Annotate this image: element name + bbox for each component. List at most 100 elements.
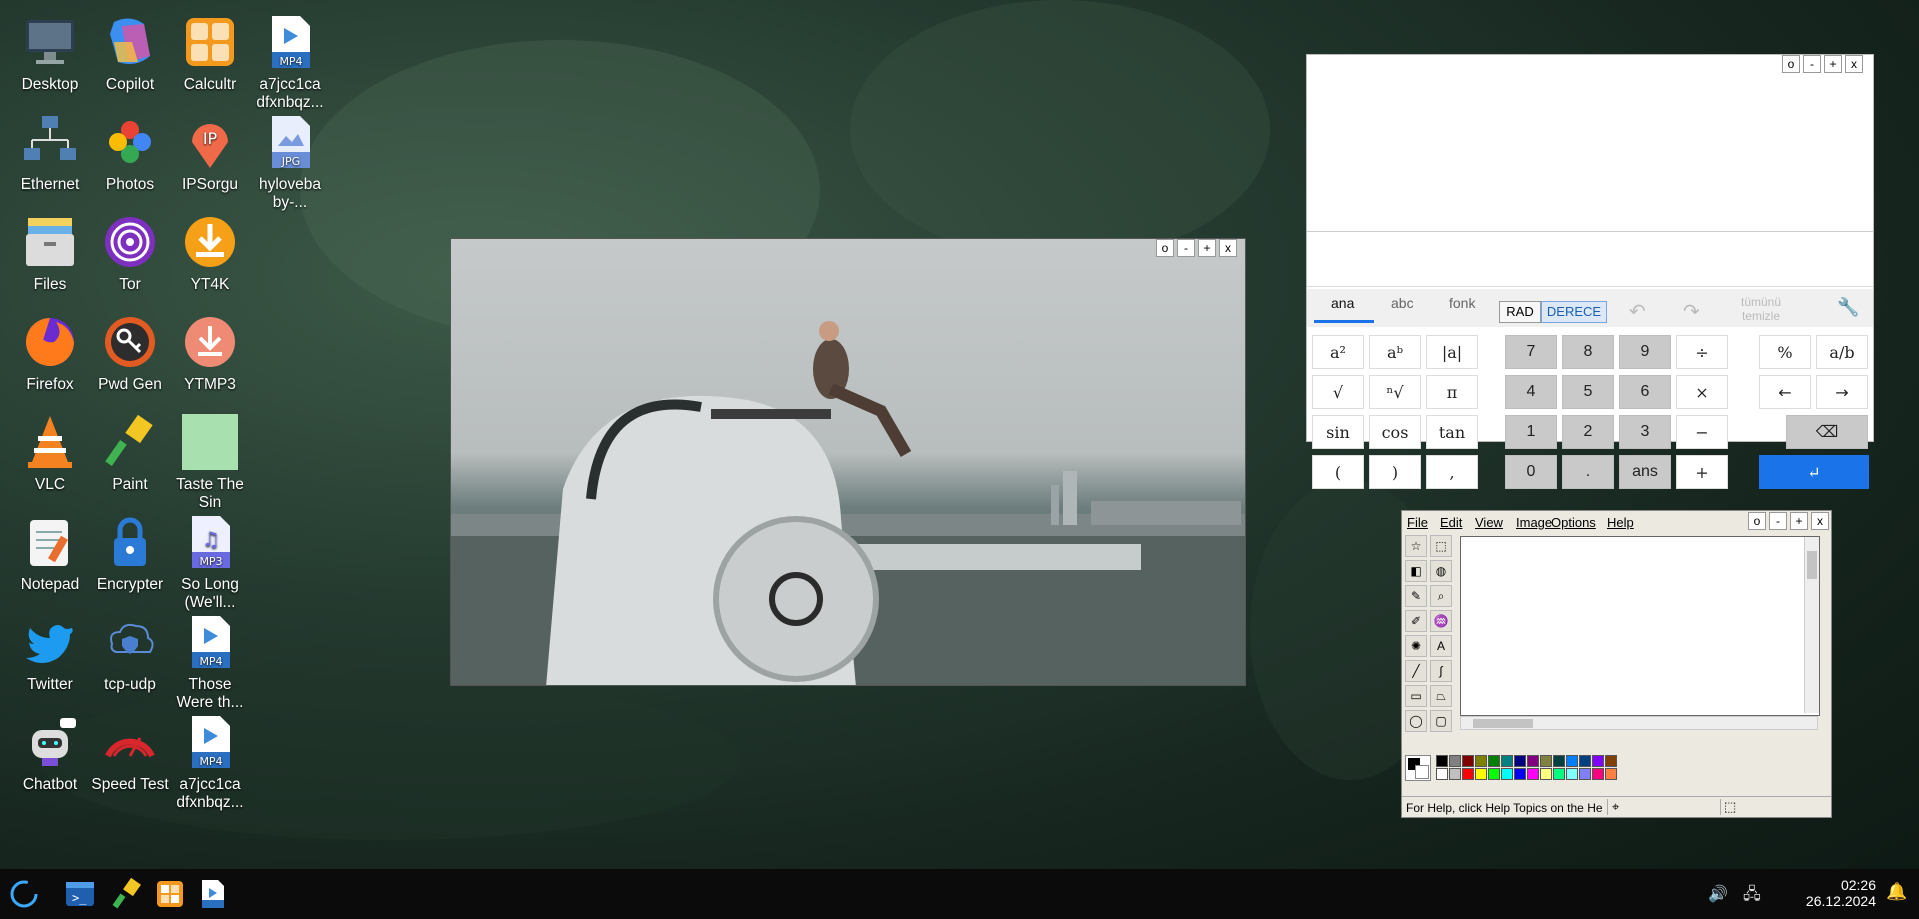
rectangle-tool-icon[interactable]: ▭ xyxy=(1405,685,1427,707)
desktop-icon[interactable]: Chatbot xyxy=(8,712,92,794)
maximize-button[interactable]: + xyxy=(1790,512,1808,530)
desktop-icon[interactable]: Files xyxy=(8,212,92,294)
maximize-button[interactable]: + xyxy=(1824,55,1842,73)
calc-key-number[interactable]: 6 xyxy=(1619,375,1671,409)
desktop-icon[interactable]: Firefox xyxy=(8,312,92,394)
volume-icon[interactable]: 🔊 xyxy=(1708,884,1728,904)
calc-key-operator[interactable]: − xyxy=(1676,415,1728,449)
palette-swatch[interactable] xyxy=(1514,755,1526,767)
calc-key-number[interactable]: 4 xyxy=(1505,375,1557,409)
palette-swatch[interactable] xyxy=(1540,755,1552,767)
calc-key-number[interactable]: 1 xyxy=(1505,415,1557,449)
desktop-icon[interactable]: ♫ MP3 So Long (We'll... xyxy=(168,512,252,612)
calc-key-function[interactable]: ⁿ√ xyxy=(1369,375,1421,409)
calc-key-function[interactable]: ( xyxy=(1312,455,1364,489)
expression-display[interactable] xyxy=(1307,77,1873,232)
desktop-icon[interactable]: Calcultr xyxy=(168,12,252,94)
calc-key-number[interactable]: 7 xyxy=(1505,335,1557,369)
desktop-icon[interactable]: JPG hyloveba by-... xyxy=(248,112,332,212)
palette-swatch[interactable] xyxy=(1449,768,1461,780)
calculator-window[interactable]: o - + x ana abc fonk RAD DERECE ↶ ↷ tümü… xyxy=(1306,54,1874,489)
palette-swatch[interactable] xyxy=(1527,755,1539,767)
color-picker-icon[interactable]: ✎ xyxy=(1405,585,1427,607)
palette-swatch[interactable] xyxy=(1592,768,1604,780)
calculator-icon[interactable] xyxy=(154,878,186,910)
ellipse-tool-icon[interactable]: ◯ xyxy=(1405,710,1427,732)
tab-abc[interactable]: abc xyxy=(1391,295,1414,311)
calc-key-operator[interactable]: × xyxy=(1676,375,1728,409)
desktop-icon[interactable]: Photos xyxy=(88,112,172,194)
minimize-button[interactable]: - xyxy=(1769,512,1787,530)
notification-bell-icon[interactable]: 🔔 xyxy=(1886,882,1907,902)
desktop-icon[interactable]: Copilot xyxy=(88,12,172,94)
calc-key-number[interactable]: 3 xyxy=(1619,415,1671,449)
desktop-icon[interactable]: Pwd Gen xyxy=(88,312,172,394)
line-tool-icon[interactable]: ╱ xyxy=(1405,660,1427,682)
calc-key-number[interactable]: 5 xyxy=(1562,375,1614,409)
close-button[interactable]: x xyxy=(1811,512,1829,530)
desktop-icon[interactable]: tcp-udp xyxy=(88,612,172,694)
desktop-icon[interactable]: Tor xyxy=(88,212,172,294)
tab-fonk[interactable]: fonk xyxy=(1449,295,1475,311)
brush-icon[interactable]: ♒ xyxy=(1430,610,1452,632)
wrench-icon[interactable]: 🔧 xyxy=(1837,297,1859,318)
calc-key-function[interactable]: , xyxy=(1426,455,1478,489)
calc-key-function[interactable]: cos xyxy=(1369,415,1421,449)
close-button[interactable]: x xyxy=(1219,239,1237,257)
palette-swatch[interactable] xyxy=(1579,768,1591,780)
eraser-icon[interactable]: ◧ xyxy=(1405,560,1427,582)
desktop-icon[interactable]: Twitter xyxy=(8,612,92,694)
menu-file[interactable]: File xyxy=(1407,515,1428,530)
palette-swatch[interactable] xyxy=(1514,768,1526,780)
desktop-icon[interactable]: Speed Test xyxy=(88,712,172,794)
window-o-button[interactable]: o xyxy=(1156,239,1174,257)
calc-key-left-arrow[interactable]: ← xyxy=(1759,375,1811,409)
palette-swatch[interactable] xyxy=(1592,755,1604,767)
desktop-icon[interactable]: Notepad xyxy=(8,512,92,594)
current-colors[interactable] xyxy=(1405,755,1431,781)
calc-key-number[interactable]: 0 xyxy=(1505,455,1557,489)
palette-swatch[interactable] xyxy=(1579,755,1591,767)
palette-swatch[interactable] xyxy=(1475,755,1487,767)
terminal-icon[interactable]: >_ xyxy=(64,878,96,910)
palette-swatch[interactable] xyxy=(1566,768,1578,780)
derece-button[interactable]: DERECE xyxy=(1541,301,1607,323)
desktop-icon[interactable]: MP4 a7jcc1ca dfxnbqz... xyxy=(248,12,332,112)
calc-key-function[interactable]: |a| xyxy=(1426,335,1478,369)
desktop-icon[interactable]: Encrypter xyxy=(88,512,172,594)
palette-swatch[interactable] xyxy=(1436,755,1448,767)
redo-icon[interactable]: ↷ xyxy=(1683,299,1700,324)
palette-swatch[interactable] xyxy=(1540,768,1552,780)
pencil-icon[interactable]: ✐ xyxy=(1405,610,1427,632)
calc-key-number[interactable]: 8 xyxy=(1562,335,1614,369)
calc-key-enter[interactable]: ↵ xyxy=(1759,455,1869,489)
calc-key-number[interactable]: 2 xyxy=(1562,415,1614,449)
window-o-button[interactable]: o xyxy=(1782,55,1800,73)
curve-tool-icon[interactable]: ∫ xyxy=(1430,660,1452,682)
palette-swatch[interactable] xyxy=(1605,755,1617,767)
palette-swatch[interactable] xyxy=(1501,768,1513,780)
calc-key-function[interactable]: sin xyxy=(1312,415,1364,449)
free-select-icon[interactable]: ☆ xyxy=(1405,535,1427,557)
palette-swatch[interactable] xyxy=(1449,755,1461,767)
palette-swatch[interactable] xyxy=(1566,755,1578,767)
calc-key-number[interactable]: ans xyxy=(1619,455,1671,489)
network-icon[interactable]: 🖧 xyxy=(1743,883,1761,910)
paint-canvas[interactable] xyxy=(1460,536,1820,716)
desktop-icon[interactable]: IP IPSorgu xyxy=(168,112,252,194)
palette-swatch[interactable] xyxy=(1488,768,1500,780)
calc-key-function[interactable]: π xyxy=(1426,375,1478,409)
desktop-icon[interactable]: VLC xyxy=(8,412,92,494)
calc-key-function[interactable]: √ xyxy=(1312,375,1364,409)
rounded-rect-tool-icon[interactable]: ▢ xyxy=(1430,710,1452,732)
desktop-icon[interactable]: Taste The Sin xyxy=(168,412,252,512)
tab-ana[interactable]: ana xyxy=(1331,295,1354,311)
rect-select-icon[interactable]: ⬚ xyxy=(1430,535,1452,557)
minimize-button[interactable]: - xyxy=(1803,55,1821,73)
calc-key-function[interactable]: a² xyxy=(1312,335,1364,369)
window-o-button[interactable]: o xyxy=(1748,512,1766,530)
minimize-button[interactable]: - xyxy=(1177,239,1195,257)
calc-key-percent[interactable]: % xyxy=(1759,335,1811,369)
rad-button[interactable]: RAD xyxy=(1499,301,1541,323)
palette-swatch[interactable] xyxy=(1436,768,1448,780)
